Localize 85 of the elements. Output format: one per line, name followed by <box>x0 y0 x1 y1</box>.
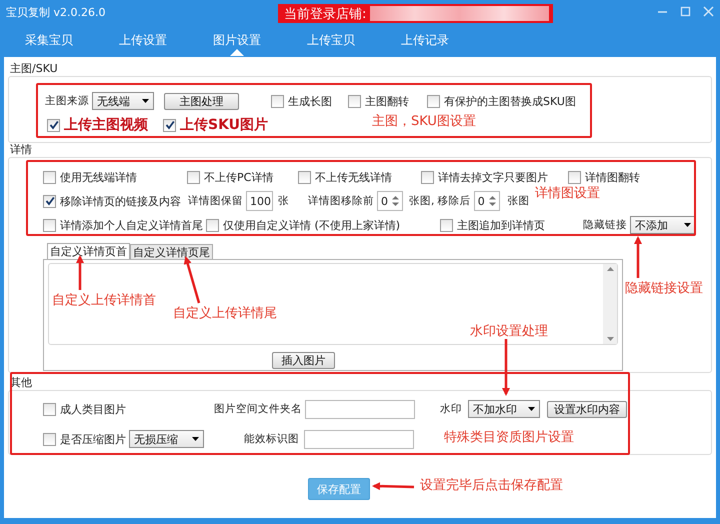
section-legend: 详情 <box>4 143 716 157</box>
spinner-field[interactable]: 0 <box>474 191 500 211</box>
dropdown[interactable]: 无线端 <box>92 92 154 110</box>
checkbox-label: 主图追加到详情页 <box>457 218 545 232</box>
checkbox[interactable] <box>43 432 56 446</box>
checkbox[interactable] <box>348 94 361 108</box>
insert-image-button[interactable]: 插入图片 <box>272 352 335 369</box>
checkbox[interactable] <box>43 194 56 208</box>
spinner-arrows-icon <box>488 194 496 208</box>
checkbox-label: 不上传PC详情 <box>204 170 274 184</box>
checkbox[interactable] <box>421 170 434 184</box>
checkbox-label: 有保护的主图替换成SKU图 <box>444 94 576 108</box>
spinner-arrows-icon <box>392 194 399 208</box>
checkbox-label: 仅使用自定义详情 (不使用上家详情) <box>223 218 400 232</box>
editor-tab[interactable]: 自定义详情页首 <box>47 243 130 259</box>
window-title: 宝贝复制 v2.0.26.0 <box>6 4 106 20</box>
text-area[interactable] <box>48 263 618 345</box>
field-label: 详情图保留 <box>188 194 243 208</box>
field-label: 主图来源 <box>45 94 89 108</box>
field-label: 张图, 移除后 <box>409 194 471 208</box>
checkbox-label: 上传主图视频 <box>64 116 148 134</box>
checkbox[interactable] <box>43 402 56 416</box>
input-field[interactable] <box>304 430 414 448</box>
section-legend: 主图/SKU <box>4 62 716 76</box>
checkbox-label: 详情图翻转 <box>585 170 640 184</box>
input-field[interactable] <box>305 400 415 418</box>
editor-tab[interactable]: 自定义详情页尾 <box>130 244 213 259</box>
scrollbar[interactable] <box>603 264 617 344</box>
scroll-up-icon[interactable] <box>606 267 614 271</box>
watermark-settings-button[interactable]: 设置水印内容 <box>547 400 627 418</box>
checkbox[interactable] <box>298 170 311 184</box>
annotation-arrow <box>502 339 510 396</box>
field-label: 张图 <box>508 194 530 208</box>
annotation-arrow <box>184 256 200 304</box>
input-field[interactable]: 100 <box>246 191 273 211</box>
field-label: 详情图移除前 <box>308 194 374 208</box>
checkbox-label: 是否压缩图片 <box>60 432 126 446</box>
checkbox[interactable] <box>271 94 284 108</box>
annotation-arrow <box>634 236 642 278</box>
checkbox[interactable] <box>206 218 219 232</box>
spinner-field[interactable]: 0 <box>377 191 403 211</box>
annotation-note: 隐藏链接设置 <box>625 280 703 297</box>
checkbox-label: 详情去掉文字只要图片 <box>438 170 548 184</box>
caret-icon <box>684 223 691 227</box>
field-label: 张 <box>278 194 289 208</box>
dropdown[interactable]: 不加水印 <box>468 400 540 418</box>
checkbox[interactable] <box>427 94 440 108</box>
annotation-arrow <box>372 482 414 490</box>
caret-icon <box>142 99 149 103</box>
field-label: 隐藏链接 <box>583 218 627 232</box>
annotation-note: 设置完毕后点击保存配置 <box>420 477 563 494</box>
annotation-arrow <box>76 255 84 290</box>
checkbox[interactable] <box>187 170 200 184</box>
checkbox[interactable] <box>440 218 453 232</box>
field-label: 能效标识图 <box>243 432 299 446</box>
checkbox-label: 主图翻转 <box>365 94 409 108</box>
scroll-down-icon[interactable] <box>606 337 614 341</box>
maximize-icon[interactable] <box>680 6 691 17</box>
close-icon[interactable] <box>703 6 714 17</box>
checkbox-label: 使用无线端详情 <box>60 170 137 184</box>
field-label: 图片空间文件夹名 <box>214 402 302 416</box>
annotation-note: 特殊类目资质图片设置 <box>444 429 574 446</box>
annotation-note: 主图，SKU图设置 <box>372 113 476 130</box>
field-label: 水印 <box>440 402 462 416</box>
annotation-note: 水印设置处理 <box>470 323 548 340</box>
login-label: 当前登录店铺: <box>283 6 366 22</box>
checkbox[interactable] <box>43 170 56 184</box>
checkbox-label: 生成长图 <box>288 94 332 108</box>
checkbox-label: 移除详情页的链接及内容 <box>60 194 181 208</box>
annotation-note: 详情图设置 <box>535 185 600 202</box>
checkbox-label: 成人类目图片 <box>60 402 126 416</box>
checkbox-label: 详情添加个人自定义详情首尾 <box>60 218 203 232</box>
annotation-note: 自定义上传详情首 <box>52 292 156 309</box>
checkbox[interactable] <box>568 170 581 184</box>
checkbox[interactable] <box>47 118 60 132</box>
annotation-note: 自定义上传详情尾 <box>173 305 277 322</box>
checkbox[interactable] <box>163 118 176 132</box>
caret-icon <box>528 407 535 411</box>
checkbox-label: 上传SKU图片 <box>180 116 268 134</box>
checkbox[interactable] <box>43 218 56 232</box>
checkbox-label: 不上传无线详情 <box>315 170 392 184</box>
dropdown[interactable]: 不添加 <box>630 216 696 234</box>
process-button[interactable]: 主图处理 <box>164 92 239 110</box>
dropdown[interactable]: 无损压缩 <box>129 430 204 448</box>
caret-icon <box>192 437 199 441</box>
